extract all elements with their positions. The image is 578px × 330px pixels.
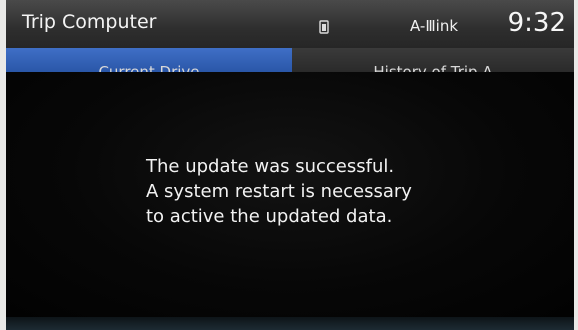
tab-bar: Current Drive History of Trip A	[6, 48, 574, 72]
infotainment-screen: Trip Computer A-Ⅲink 9:32 Current Drive …	[6, 0, 574, 330]
message-line: A system restart is necessary	[146, 181, 412, 202]
update-message: The update was successful. A system rest…	[146, 154, 506, 229]
header-bar: Trip Computer A-Ⅲink 9:32	[6, 0, 574, 49]
clock: 9:32	[507, 8, 566, 38]
tab-label: Current Drive	[98, 63, 200, 72]
ahalink-status: A-Ⅲink	[410, 17, 459, 35]
page-title: Trip Computer	[22, 11, 157, 33]
tab-current-drive[interactable]: Current Drive	[6, 48, 292, 72]
bottom-bar	[6, 317, 574, 330]
phone-battery-icon	[319, 20, 329, 34]
tab-label: History of Trip A	[373, 63, 493, 72]
message-line: to active the updated data.	[146, 206, 393, 227]
message-area: The update was successful. A system rest…	[6, 72, 574, 317]
tab-history-trip-a[interactable]: History of Trip A	[292, 48, 574, 72]
message-line: The update was successful.	[146, 156, 395, 177]
